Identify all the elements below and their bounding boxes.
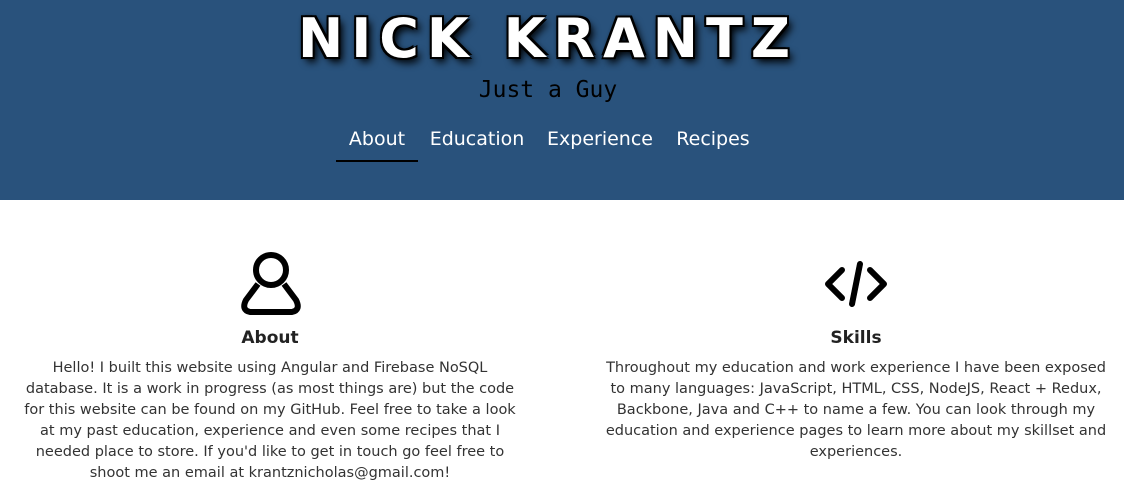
site-header: NICK KRANTZ Just a Guy About Education E… — [0, 0, 1124, 200]
code-icon — [825, 261, 887, 307]
about-title: About — [241, 328, 299, 348]
nav-item-experience[interactable]: Experience — [541, 116, 659, 162]
main-nav: About Education Experience Recipes — [0, 116, 1124, 162]
nav-item-recipes[interactable]: Recipes — [668, 116, 758, 162]
nav-item-education[interactable]: Education — [424, 116, 530, 162]
skills-text: Throughout my education and work experie… — [605, 360, 1107, 460]
about-text: Hello! I built this website using Angula… — [24, 360, 516, 481]
nav-item-about[interactable]: About — [336, 116, 418, 162]
skills-title: Skills — [830, 328, 882, 348]
site-title: NICK KRANTZ — [298, 7, 798, 70]
site-subtitle: Just a Guy — [478, 77, 618, 103]
user-icon — [241, 252, 301, 315]
